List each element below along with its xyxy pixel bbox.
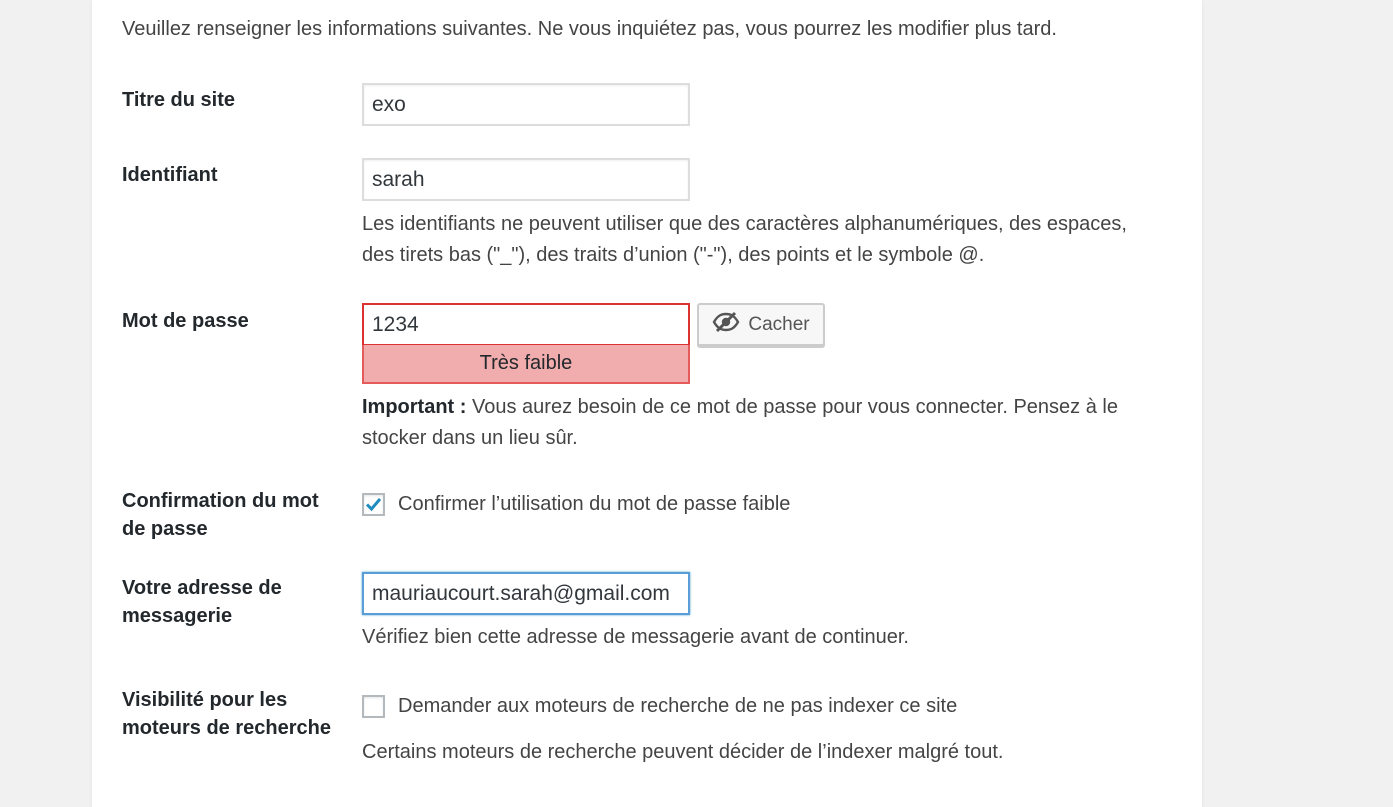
eye-slash-icon [712,311,740,339]
site-title-label: Titre du site [122,89,235,111]
weak-password-confirm-label: Confirmation du mot de passe [122,490,319,540]
email-label: Votre adresse de messagerie [122,577,282,627]
username-input[interactable]: sarah [362,158,690,201]
weak-password-checkbox-label: Confirmer l’utilisation du mot de passe … [398,493,791,515]
important-text: Vous aurez besoin de ce mot de passe pou… [362,396,1118,449]
search-visibility-checkbox-label: Demander aux moteurs de recherche de ne … [398,695,958,717]
search-visibility-checkbox[interactable] [362,695,385,718]
important-prefix: Important : [362,396,467,418]
password-strength-meter: Très faible [362,345,690,384]
username-label: Identifiant [122,164,218,186]
search-visibility-help-text: Certains moteurs de recherche peuvent dé… [362,741,1004,763]
intro-text: Veuillez renseigner les informations sui… [122,18,1057,40]
site-title-input[interactable]: exo [362,83,690,126]
password-label: Mot de passe [122,310,249,332]
email-help-text: Vérifiez bien cette adresse de messageri… [362,626,909,648]
install-form-panel: Veuillez renseigner les informations sui… [92,0,1202,807]
checkmark-icon [365,498,382,512]
hide-password-button[interactable]: Cacher [697,303,825,346]
username-help-text: Les identifiants ne peuvent utiliser que… [362,213,1127,266]
search-visibility-label: Visibilité pour les moteurs de recherche [122,689,331,739]
weak-password-checkbox[interactable] [362,493,385,516]
email-input[interactable]: mauriaucourt.sarah@gmail.com [362,572,690,615]
hide-password-label: Cacher [748,313,810,335]
password-important-note: Important : Vous aurez besoin de ce mot … [362,392,1152,454]
password-input[interactable]: 1234 [362,303,690,346]
